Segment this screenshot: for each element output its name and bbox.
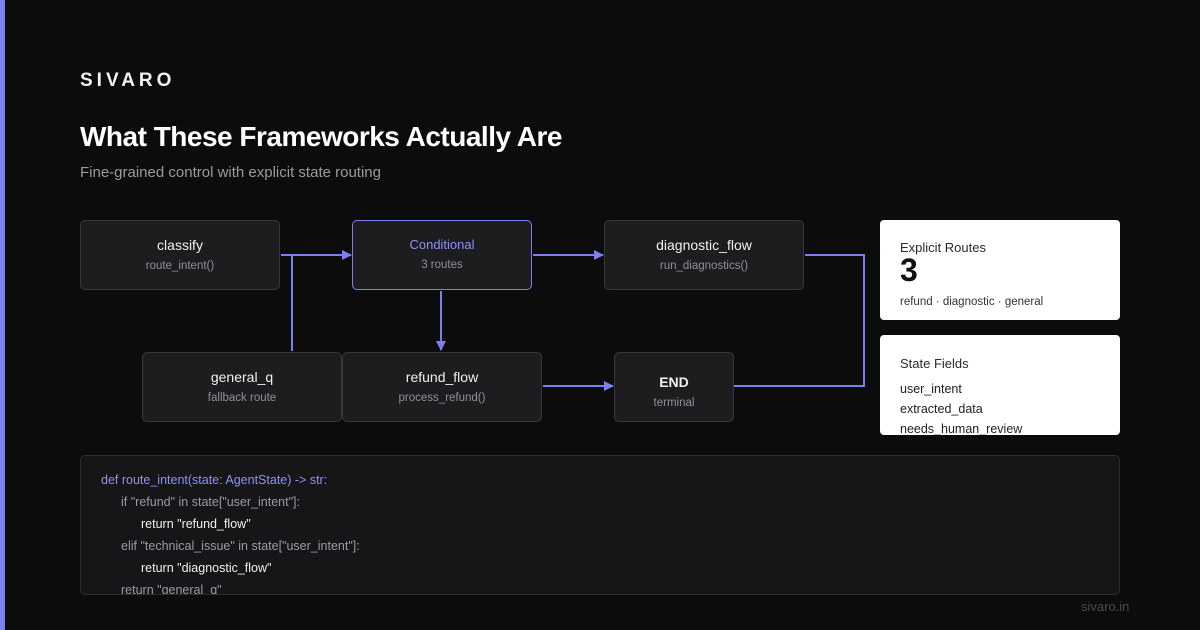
state-field: extracted_data <box>900 402 983 416</box>
card-routes-note: refund · diagnostic · general <box>900 296 1044 308</box>
node-diagnostic-flow: diagnostic_flow run_diagnostics() <box>604 220 804 290</box>
node-general-title: general_q <box>210 369 274 385</box>
state-field: user_intent <box>900 382 962 396</box>
card-state-label: State Fields <box>900 356 969 371</box>
node-general-sub: fallback route <box>207 392 277 404</box>
node-classify-title: classify <box>157 237 203 253</box>
code-line: return "general_q" <box>121 583 222 595</box>
code-line: elif "technical_issue" in state["user_in… <box>121 539 360 553</box>
state-field: needs_human_review <box>900 422 1023 435</box>
card-explicit-routes: Explicit Routes 3 refund · diagnostic · … <box>880 220 1120 320</box>
card-state-fields: State Fields user_intent extracted_data … <box>880 335 1120 435</box>
node-refund-sub: process_refund() <box>398 392 486 404</box>
node-general-q: general_q fallback route <box>142 352 342 422</box>
code-line: if "refund" in state["user_intent"]: <box>121 495 300 509</box>
node-conditional: Conditional 3 routes <box>352 220 532 290</box>
node-diagnostic-title: diagnostic_flow <box>656 237 752 253</box>
code-line: def route_intent(state: AgentState) -> s… <box>101 473 328 487</box>
node-diagnostic-sub: run_diagnostics() <box>659 260 749 272</box>
code-line: return "refund_flow" <box>141 517 251 531</box>
node-end-title: END <box>659 374 689 390</box>
node-classify-sub: route_intent() <box>145 260 215 272</box>
node-end: END terminal <box>614 352 734 422</box>
node-conditional-title: Conditional <box>409 237 475 252</box>
footer-url[interactable]: sivaro.in <box>1081 599 1129 614</box>
node-refund-flow: refund_flow process_refund() <box>342 352 542 422</box>
node-end-sub: terminal <box>653 397 695 409</box>
code-block: def route_intent(state: AgentState) -> s… <box>80 455 1120 595</box>
card-routes-value: 3 <box>900 252 918 288</box>
node-refund-title: refund_flow <box>405 369 479 385</box>
code-line: return "diagnostic_flow" <box>141 561 272 575</box>
card-routes-label: Explicit Routes <box>900 240 986 255</box>
node-conditional-sub: 3 routes <box>421 259 463 271</box>
node-classify: classify route_intent() <box>80 220 280 290</box>
